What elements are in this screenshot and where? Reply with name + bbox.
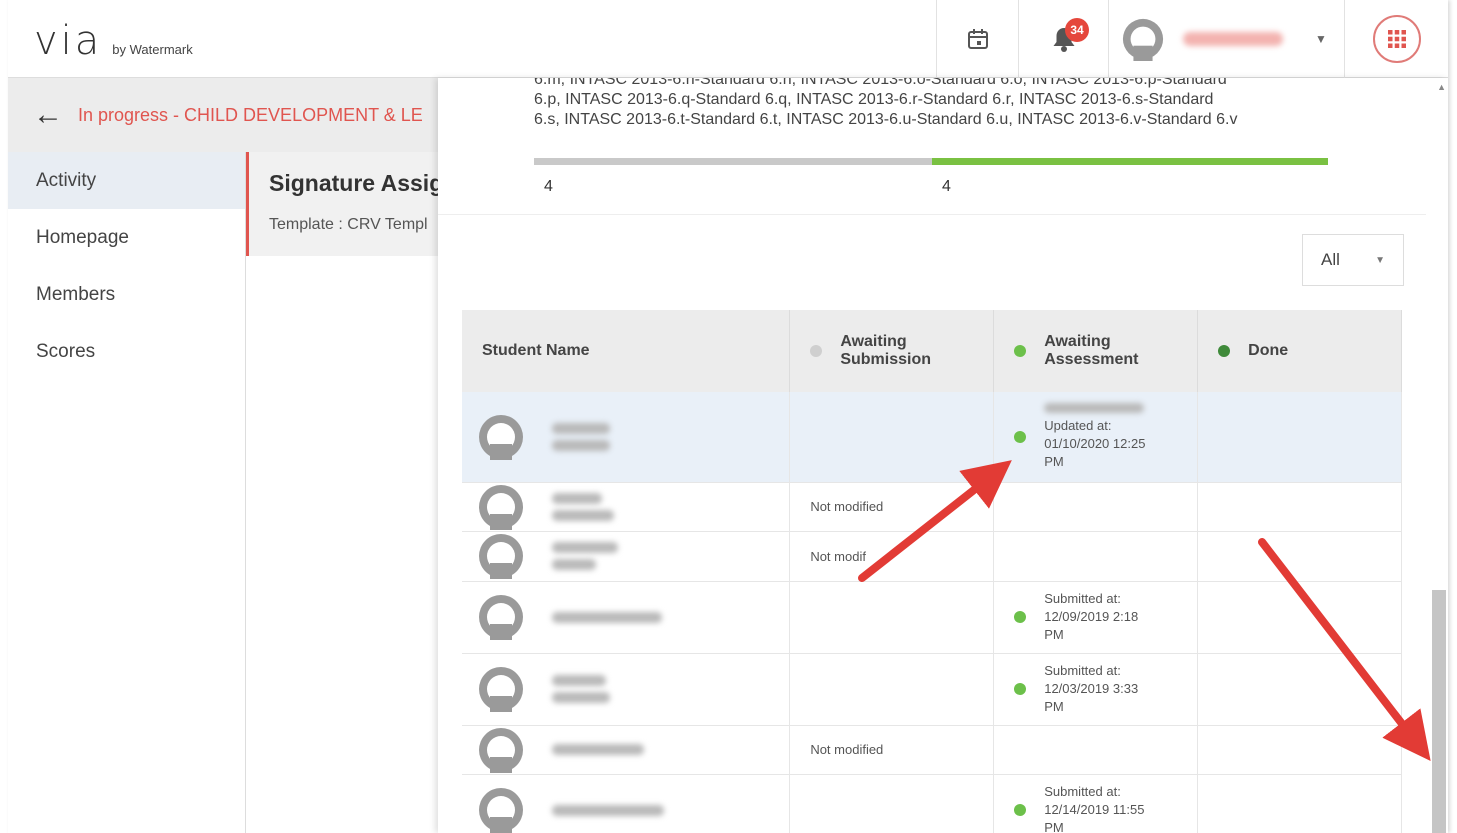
app-window: via by Watermark 34 ▼ ← In progress - CH… bbox=[8, 0, 1448, 833]
annotation-arrow bbox=[858, 460, 1012, 582]
annotation-arrow bbox=[1258, 538, 1431, 762]
annotation-arrows bbox=[858, 460, 1431, 762]
